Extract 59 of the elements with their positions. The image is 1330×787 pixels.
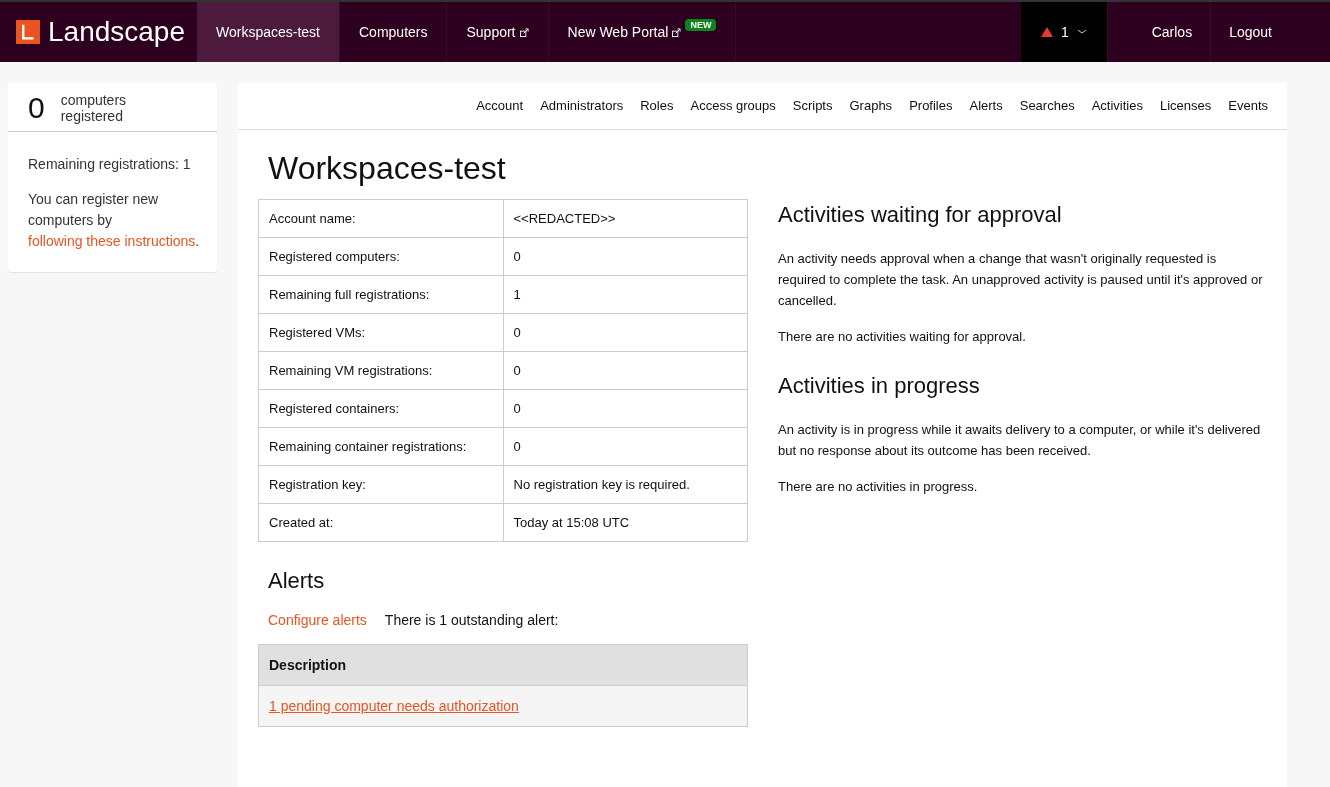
alerts-heading: Alerts [268,568,326,594]
configure-alerts-link[interactable]: Configure alerts [268,612,367,628]
sub-nav-link[interactable]: Alerts [969,98,1003,115]
sub-nav-link[interactable]: Graphs [849,98,893,115]
user-link[interactable]: Carlos [1106,2,1211,62]
section-description: An activity is in progress while it awaits delivery to a computer, or while it's delivered but no response about its outcome has been received. [778,421,1262,460]
table-cell: 0 [503,313,748,352]
brand-name: Landscape [48,16,185,48]
table-cell: Registration key: [258,465,503,504]
table-cell: Remaining full registrations: [258,275,503,314]
nav-tab[interactable]: New Web Portal NEW [548,2,737,62]
new-badge: NEW [685,19,717,31]
empty-message: There are no activities waiting for approval. [778,328,1027,346]
table-cell: Remaining VM registrations: [258,351,503,390]
sub-nav-link[interactable]: Activities [1091,98,1143,115]
empty-message: There are no activities in progress. [778,478,979,496]
computer-count: 0 [28,91,45,125]
table-cell: Registered VMs: [258,313,503,352]
logo-icon [16,17,40,47]
table-cell: 0 [503,389,748,428]
alert-summary: There is 1 outstanding alert: [384,612,559,628]
register-instructions-text: You can register new computers by following these instructions. [28,190,197,251]
external-link-icon [519,27,529,37]
page-title: Workspaces-test [268,150,507,187]
table-cell: Created at: [258,503,503,542]
sub-nav-link[interactable]: Profiles [909,98,953,115]
nav-tab[interactable]: Computers [340,2,448,62]
sub-nav-link[interactable]: Access groups [690,98,776,115]
sub-nav-link[interactable]: Roles [640,98,674,115]
table-cell: Account name: [258,199,503,238]
count-label: computers registered [60,92,128,124]
table-cell: <<REDACTED>> [503,199,748,238]
table-cell: 0 [503,351,748,390]
table-cell: 0 [503,427,748,466]
column-header: Description [258,644,748,686]
logout-link[interactable]: Logout [1210,2,1330,62]
remaining-registrations: Remaining registrations: 1 [28,155,192,174]
sub-nav-link[interactable]: Licenses [1159,98,1212,115]
sub-nav-link[interactable]: Administrators [540,98,624,115]
section-heading: Activities waiting for approval [778,202,1063,228]
table-cell: Today at 15:08 UTC [503,503,748,542]
table-cell: Registered computers: [258,237,503,276]
table-cell: 0 [503,237,748,276]
section-heading: Activities in progress [778,373,981,399]
sub-nav-link[interactable]: Events [1228,98,1268,115]
nav-tab[interactable]: Support [447,2,549,62]
chevron-down-icon [1076,29,1087,35]
nav-tab[interactable]: Workspaces-test [197,2,340,62]
external-link-icon [672,27,682,37]
table-cell: 1 [503,275,748,314]
sub-nav-link[interactable]: Searches [1019,98,1075,115]
sub-nav-link[interactable]: Scripts [792,98,833,115]
table-cell: Registered containers: [258,389,503,428]
table-cell: No registration key is required. [503,465,748,504]
section-description: An activity needs approval when a change that wasn't originally requested is required to complete the task. An unapproved activity is paused until it's approved or cancelled. [778,250,1264,310]
sub-nav-link[interactable]: Account [476,98,524,115]
alerts-button[interactable]: 1 [1020,2,1107,62]
warning-triangle-icon [1040,27,1053,37]
table-cell: Remaining container registrations: [258,427,503,466]
